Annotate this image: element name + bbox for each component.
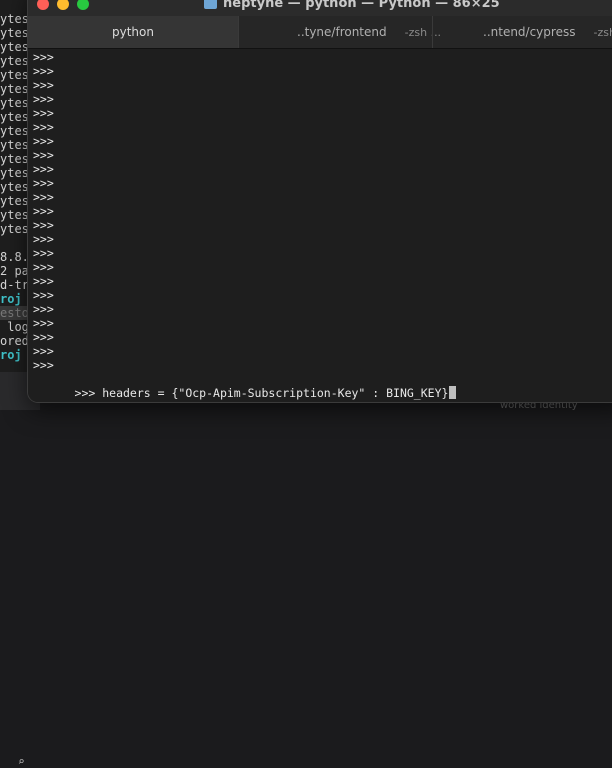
- window-title-group: neptyne — python — Python — 86×25: [204, 0, 500, 11]
- prompt-line: >>>: [33, 162, 54, 176]
- text-cursor: [449, 386, 457, 399]
- prompt-line: >>>: [33, 190, 54, 204]
- background-line: ytes: [0, 180, 29, 194]
- tab-label: python: [112, 25, 154, 39]
- prompt-line: >>>: [33, 218, 54, 232]
- prompt-line: >>>: [33, 358, 54, 372]
- search-icon: ⌕: [18, 755, 25, 768]
- background-line: 2 pa: [0, 264, 29, 278]
- prompt-line: >>>: [33, 246, 54, 260]
- tab-bar: python ..tyne/frontend -zsh ... ..ntend/…: [28, 16, 612, 49]
- prompt-line: >>>: [33, 274, 54, 288]
- prompt-line: >>>: [33, 302, 54, 316]
- background-line: ytes: [0, 54, 29, 68]
- background-line: ytes: [0, 208, 29, 222]
- prompt-line: >>>: [33, 92, 54, 106]
- input-line-text: >>> headers = {"Ocp-Apim-Subscription-Ke…: [74, 386, 449, 400]
- tab-python[interactable]: python: [28, 16, 238, 48]
- prompt-line: >>>: [33, 176, 54, 190]
- background-line: ytes: [0, 40, 29, 54]
- background-line: d-tr: [0, 278, 29, 292]
- prompt-line: >>>: [33, 204, 54, 218]
- background-line: ytes: [0, 124, 29, 138]
- terminal-window: neptyne — python — Python — 86×25 python…: [28, 0, 612, 402]
- background-line: ytes: [0, 26, 29, 40]
- background-line: ytes: [0, 12, 29, 26]
- background-line: roj: [0, 292, 22, 306]
- background-line: ytes: [0, 68, 29, 82]
- background-line: esto: [0, 306, 29, 320]
- background-line: ytes: [0, 110, 29, 124]
- background-line: ytes: [0, 82, 29, 96]
- background-line: ored: [0, 334, 29, 348]
- prompt-line: >>>: [33, 330, 54, 344]
- maximize-window-button[interactable]: [77, 0, 89, 10]
- background-line: ytes: [0, 152, 29, 166]
- prompt-line: >>>: [33, 106, 54, 120]
- tab-cypress[interactable]: ..ntend/cypress -zsh ...: [432, 16, 612, 48]
- background-line: ytes: [0, 166, 29, 180]
- prompt-line: >>>: [33, 232, 54, 246]
- terminal-output[interactable]: >>> >>> >>> >>> >>> >>> >>> >>> >>> >>> >>> >>> >>> >…: [28, 49, 612, 402]
- prompt-line: >>>: [33, 78, 54, 92]
- prompt-line: >>>: [33, 344, 54, 358]
- background-line: log: [0, 320, 29, 334]
- prompt-line: >>>: [33, 120, 54, 134]
- tab-process: -zsh ...: [593, 25, 612, 39]
- prompt-line: >>>: [33, 148, 54, 162]
- minimize-window-button[interactable]: [57, 0, 69, 10]
- prompt-line: >>>: [33, 50, 54, 64]
- prompt-line: >>>: [33, 316, 54, 330]
- background-line: 8.8.: [0, 250, 29, 264]
- background-line: ytes: [0, 194, 29, 208]
- background-line: roj: [0, 348, 22, 362]
- input-line[interactable]: >>> headers = {"Ocp-Apim-Subscription-Ke…: [33, 372, 457, 402]
- background-line: ytes: [0, 96, 29, 110]
- folder-icon: [204, 0, 217, 9]
- tab-label: ..tyne/frontend: [297, 25, 387, 39]
- tab-frontend[interactable]: ..tyne/frontend -zsh ...: [238, 16, 441, 48]
- close-window-button[interactable]: [37, 0, 49, 10]
- prompt-line: >>>: [33, 64, 54, 78]
- prompt-line: >>>: [33, 260, 54, 274]
- background-line: ytes: [0, 222, 29, 236]
- background-line: ytes: [0, 138, 29, 152]
- window-title: neptyne — python — Python — 86×25: [223, 0, 500, 11]
- prompt-line: >>>: [33, 288, 54, 302]
- title-bar[interactable]: neptyne — python — Python — 86×25: [28, 0, 612, 16]
- tab-label: ..ntend/cypress: [483, 25, 576, 39]
- prompt-line: >>>: [33, 134, 54, 148]
